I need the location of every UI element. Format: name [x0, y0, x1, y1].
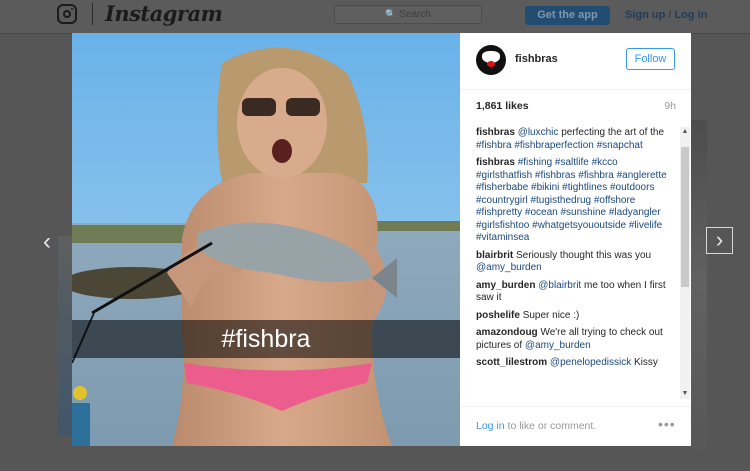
comment-mention[interactable]: @penelopedissick [550, 357, 631, 368]
scroll-thumb[interactable] [681, 147, 689, 287]
post-details-panel: fishbras Follow 1,861 likes 9h fishbras … [460, 33, 691, 446]
post-header: fishbras Follow [460, 33, 691, 90]
post-modal: #fishbra fishbras Follow 1,861 likes 9h … [72, 33, 691, 446]
comments-scrollbar[interactable]: ▲ ▼ [680, 127, 690, 399]
comment-mention[interactable]: @luxchic [518, 127, 559, 138]
comments-list[interactable]: fishbras @luxchic perfecting the art of … [476, 127, 676, 401]
comment-item: poshelife Super nice :) [476, 310, 676, 323]
likes-count[interactable]: 1,861 likes [476, 100, 529, 112]
auth-separator: / [668, 9, 672, 21]
scroll-down-icon[interactable]: ▼ [680, 389, 690, 399]
comment-username[interactable]: amy_burden [476, 280, 535, 291]
comment-mention[interactable]: @amy_burden [525, 340, 591, 351]
comment-item: amazondoug We're all trying to check out… [476, 327, 676, 352]
scroll-up-icon[interactable]: ▲ [680, 127, 690, 137]
get-the-app-button[interactable]: Get the app [525, 6, 610, 25]
comment-hashtags[interactable]: #fishbra #fishbraperfection #snapchat [476, 140, 643, 151]
search-placeholder: Search [399, 9, 431, 20]
comment-text: Super nice :) [522, 309, 580, 321]
comment-username[interactable]: fishbras [476, 127, 515, 138]
background-feed-image [58, 236, 72, 436]
comment-hashtags[interactable]: #fishing #saltlife #kcco #girlsthatfish … [476, 157, 667, 243]
comment-item: fishbras #fishing #saltlife #kcco #girls… [476, 157, 676, 245]
comment-username[interactable]: poshelife [476, 310, 520, 321]
comment-text: Kissy [634, 357, 658, 368]
more-options-icon[interactable]: ••• [658, 416, 676, 432]
comment-text: Seriously thought this was you [516, 249, 652, 261]
comment-item: scott_lilestrom @penelopedissick Kissy [476, 357, 676, 370]
comment-item: blairbrit Seriously thought this was you… [476, 250, 676, 275]
top-nav: Instagram 🔍 Search Get the app Sign up / Lo… [0, 0, 750, 34]
nav-divider [92, 3, 93, 25]
post-username[interactable]: fishbras [515, 53, 558, 65]
comment-item: amy_burden @blairbrit me too when I firs… [476, 280, 676, 305]
next-arrow-icon[interactable]: › [706, 227, 733, 254]
login-prompt-text: to like or comment. [507, 420, 597, 432]
signup-link[interactable]: Sign up [625, 9, 665, 21]
comment-username[interactable]: fishbras [476, 157, 515, 168]
login-link[interactable]: Log in [476, 420, 505, 432]
login-prompt: Log in to like or comment. [476, 420, 596, 432]
image-caption-overlay: #fishbra [72, 320, 460, 358]
comment-username[interactable]: amazondoug [476, 327, 538, 338]
search-icon: 🔍 [385, 9, 397, 19]
auth-links: Sign up / Log in [625, 9, 707, 21]
comment-username[interactable]: blairbrit [476, 250, 513, 261]
instagram-camera-icon[interactable] [57, 4, 77, 24]
follow-button[interactable]: Follow [626, 48, 675, 70]
comment-mention[interactable]: @blairbrit [538, 280, 581, 291]
previous-arrow-icon[interactable]: ‹ [36, 229, 58, 255]
post-photo: #fishbra [72, 33, 460, 446]
comment-username[interactable]: scott_lilestrom [476, 357, 547, 368]
search-input[interactable]: 🔍 Search [334, 5, 482, 24]
comment-text: perfecting the art of the [561, 127, 665, 138]
instagram-wordmark[interactable]: Instagram [105, 1, 223, 26]
login-nav-link[interactable]: Log in [674, 9, 707, 21]
comment-item: fishbras @luxchic perfecting the art of … [476, 127, 676, 152]
comment-mention[interactable]: @amy_burden [476, 262, 542, 273]
avatar[interactable] [476, 45, 506, 75]
background-feed-image [691, 120, 707, 450]
post-footer: Log in to like or comment. ••• [460, 406, 691, 446]
post-time: 9h [664, 100, 676, 112]
